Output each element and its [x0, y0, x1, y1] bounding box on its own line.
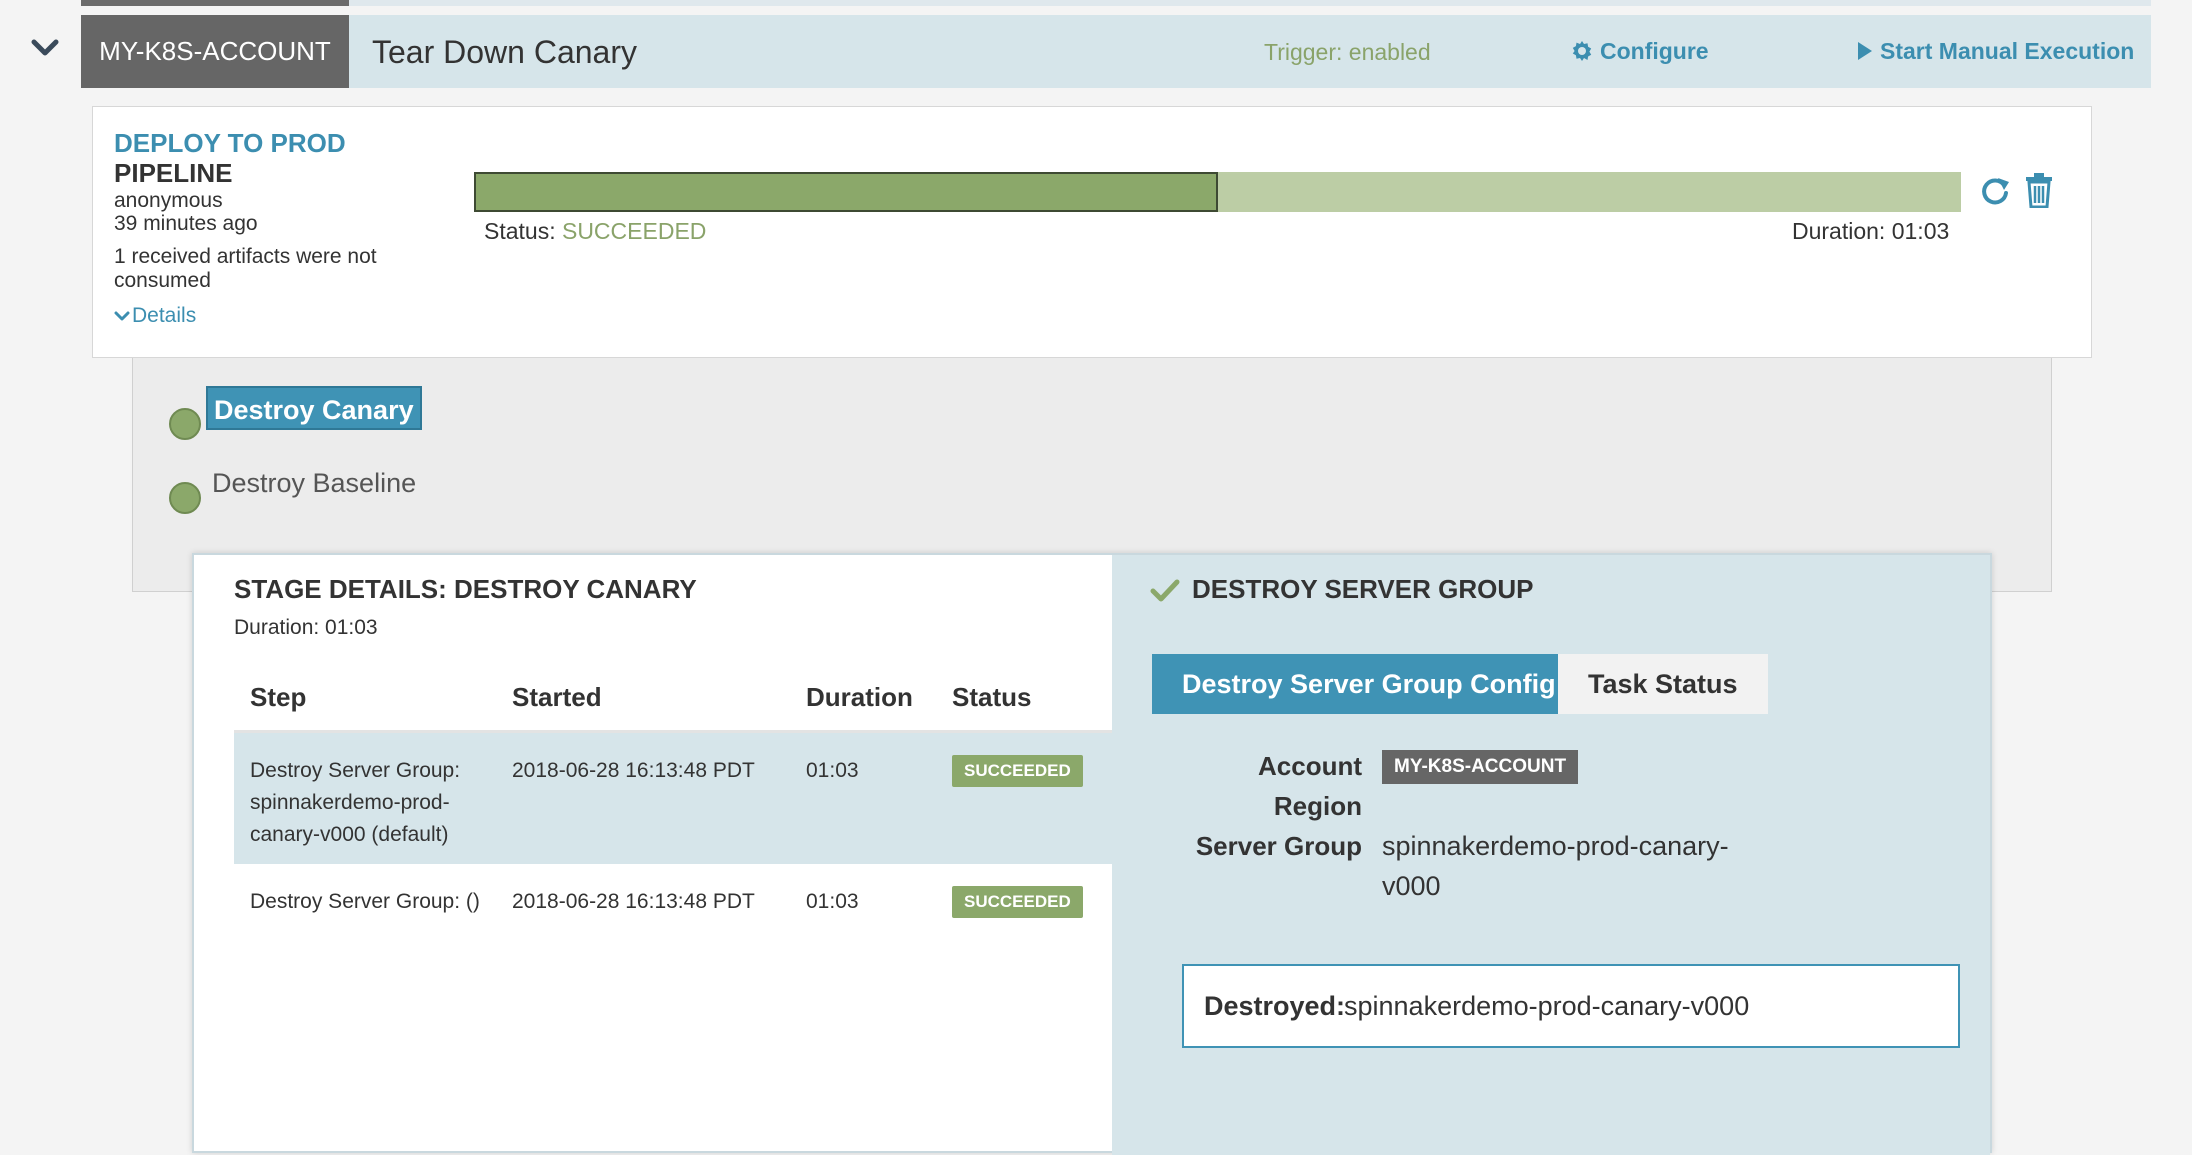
- region-key: Region: [1273, 791, 1362, 821]
- duration-cell: 01:03: [806, 759, 859, 782]
- account-value-tag: MY-K8S-ACCOUNT: [1382, 750, 1579, 784]
- status-value: SUCCEEDED: [561, 218, 707, 244]
- destroyed-value: spinnakerdemo-prod-canary-v000: [1344, 991, 1750, 1021]
- column-header-started: Started: [512, 682, 602, 712]
- duration-cell: 01:03: [806, 890, 859, 913]
- tab-destroy-server-group-config[interactable]: Destroy Server Group Config: [1152, 654, 1586, 714]
- status-badge: SUCCEEDED: [952, 886, 1083, 918]
- trash-icon[interactable]: [2024, 172, 2054, 208]
- execution-status: Status: SUCCEEDED: [484, 216, 706, 246]
- stage-destroy-baseline[interactable]: Destroy Baseline: [212, 465, 416, 501]
- status-label: Status:: [484, 218, 562, 244]
- started-cell: 2018-06-28 16:13:48 PDT: [512, 759, 755, 782]
- started-cell: 2018-06-28 16:13:48 PDT: [512, 890, 755, 913]
- column-header-status: Status: [952, 682, 1032, 712]
- execution-duration: Duration: 01:03: [1792, 218, 1950, 244]
- pipeline-title: Tear Down Canary: [372, 34, 637, 70]
- artifact-note: 1 received artifacts were not consumed: [114, 245, 377, 292]
- step-cell: Destroy Server Group: spinnakerdemo-prod…: [250, 759, 461, 846]
- server-group-value: spinnakerdemo-prod-canary-v000: [1382, 831, 1729, 901]
- configure-button[interactable]: Configure: [1570, 34, 1709, 68]
- stage-details-duration: Duration: 01:03: [234, 616, 378, 639]
- configure-label: Configure: [1600, 38, 1709, 64]
- start-manual-label: Start Manual Execution: [1880, 38, 2135, 64]
- task-title: DESTROY SERVER GROUP: [1192, 574, 1534, 604]
- column-header-duration: Duration: [806, 682, 913, 712]
- server-group-key: Server Group: [1195, 831, 1362, 861]
- trigger-time: 39 minutes ago: [114, 212, 258, 235]
- trigger-status: Trigger: enabled: [1264, 39, 1431, 65]
- stage-destroy-canary[interactable]: Destroy Canary: [206, 386, 422, 430]
- check-icon: [1150, 579, 1180, 602]
- destroyed-label: Destroyed:: [1204, 991, 1346, 1021]
- table-row[interactable]: Destroy Server Group: () 2018-06-28 16:1…: [234, 866, 1112, 976]
- details-toggle[interactable]: Details: [114, 302, 196, 330]
- details-label: Details: [132, 304, 197, 327]
- trigger-pipeline-link[interactable]: DEPLOY TO PROD: [114, 127, 346, 159]
- account-key: Account: [1258, 751, 1362, 781]
- chevron-down-icon[interactable]: [30, 36, 60, 60]
- table-row[interactable]: Destroy Server Group: spinnakerdemo-prod…: [234, 733, 1112, 864]
- refresh-icon[interactable]: [1978, 174, 2012, 208]
- start-manual-execution-button[interactable]: Start Manual Execution: [1858, 34, 2134, 68]
- column-header-step: Step: [250, 682, 307, 712]
- stage-status-dot: [169, 482, 201, 514]
- account-tag: MY-K8S-ACCOUNT: [81, 15, 349, 88]
- execution-progress-fill[interactable]: [474, 172, 1218, 212]
- top-strip-accent: [81, 0, 349, 6]
- chevron-down-icon: [114, 311, 130, 321]
- gear-icon: [1572, 41, 1592, 61]
- stage-details-title: STAGE DETAILS: DESTROY CANARY: [234, 574, 697, 604]
- tab-task-status[interactable]: Task Status: [1558, 654, 1768, 714]
- trigger-type: PIPELINE: [114, 158, 233, 188]
- top-strip: [81, 0, 2151, 6]
- stage-status-dot: [169, 408, 201, 440]
- step-cell: Destroy Server Group: (): [250, 890, 480, 913]
- status-badge: SUCCEEDED: [952, 755, 1083, 787]
- play-icon: [1858, 42, 1872, 60]
